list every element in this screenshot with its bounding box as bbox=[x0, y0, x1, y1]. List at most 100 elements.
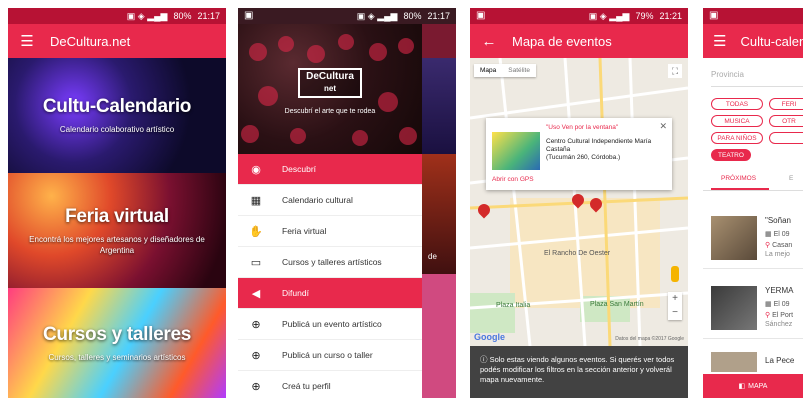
event-extra: Sánchez bbox=[765, 321, 793, 328]
drawer-section-difundi[interactable]: ◀ Difundí bbox=[238, 278, 422, 309]
event-row[interactable]: YERMA ▦ El 09 ⚲ El Port Sánchez bbox=[703, 278, 803, 339]
status-icons: ▣ ◈ ▂▄▆ bbox=[356, 10, 398, 21]
filter-chip[interactable]: TODAS bbox=[711, 98, 763, 110]
drawer-item-label: Calendario cultural bbox=[282, 195, 353, 205]
tab-divider bbox=[703, 190, 803, 191]
status-time: 21:17 bbox=[427, 11, 450, 21]
google-logo: Google bbox=[474, 332, 505, 342]
phone-cultu-calendar: ▣ ☰ Cultu-calen Provincia TODAS FERI MUS… bbox=[703, 8, 803, 398]
card-feria-virtual[interactable]: Feria virtual Encontrá los mejores artes… bbox=[8, 173, 226, 288]
map-view[interactable]: Mapa Satélite ⛶ El Rancho De Oester Plaz… bbox=[470, 58, 688, 346]
notification-icon: ▣ bbox=[244, 10, 254, 21]
phone-home-screen: ▣ ◈ ▂▄▆ 80% 21:17 ☰ DeCultura.net Cultu-… bbox=[8, 8, 226, 398]
event-date: ▦ El 09 bbox=[765, 301, 790, 308]
map-label: Plaza Italia bbox=[496, 302, 531, 309]
map-button[interactable]: ◧ MAPA bbox=[703, 374, 803, 398]
map-type-satellite[interactable]: Satélite bbox=[502, 64, 536, 77]
map-credit: Datos del mapa ©2017 Google bbox=[615, 336, 684, 342]
drawer-item-publicar-evento[interactable]: ⊕ Publicá un evento artístico bbox=[238, 309, 422, 340]
drawer-item-cursos[interactable]: ▭ Cursos y talleres artísticos bbox=[238, 247, 422, 278]
app-title: DeCultura.net bbox=[50, 33, 131, 49]
notification-icon: ▣ bbox=[476, 10, 486, 21]
back-arrow-icon[interactable]: ← bbox=[480, 33, 498, 50]
book-icon: ▭ bbox=[250, 256, 262, 269]
map-type-map[interactable]: Mapa bbox=[474, 64, 502, 77]
province-underline bbox=[711, 86, 803, 87]
megaphone-icon: ◀ bbox=[251, 287, 261, 300]
menu-icon[interactable]: ☰ bbox=[713, 32, 726, 50]
fullscreen-icon[interactable]: ⛶ bbox=[668, 64, 682, 78]
status-bar: ▣ bbox=[703, 8, 803, 24]
street-view-icon[interactable] bbox=[671, 266, 679, 282]
card-subtitle: Encontrá los mejores artesanos y diseñad… bbox=[29, 234, 205, 255]
filter-chip[interactable]: PARA NIÑOS bbox=[711, 132, 763, 144]
filter-chip[interactable]: FERI bbox=[769, 98, 803, 110]
drawer-item-label: Cursos y talleres artísticos bbox=[282, 257, 382, 267]
drawer-tagline: Descubrí el arte que te rodea bbox=[284, 108, 376, 115]
drawer-item-crear-perfil[interactable]: ⊕ Creá tu perfil bbox=[238, 371, 422, 398]
map-type-toggle: Mapa Satélite bbox=[474, 64, 536, 77]
app-bar: ☰ DeCultura.net bbox=[8, 24, 226, 58]
notification-icon: ▣ bbox=[709, 10, 719, 21]
status-battery: 80% bbox=[403, 11, 422, 21]
status-battery: 79% bbox=[635, 11, 654, 21]
drawer-item-label: Creá tu perfil bbox=[282, 381, 331, 391]
event-thumbnail bbox=[711, 216, 757, 260]
event-title: YERMA bbox=[765, 286, 794, 295]
event-info-popup[interactable]: ✕ "Uso Ven por la ventana" Centro Cultur… bbox=[486, 118, 672, 190]
zoom-controls: + − bbox=[668, 292, 682, 320]
tab-other[interactable]: E bbox=[789, 175, 793, 182]
phone-navigation-drawer: ▣ ▣ ◈ ▂▄▆ 80% 21:17 de DeCultura net Des… bbox=[238, 8, 456, 398]
tab-proximos[interactable]: PRÓXIMOS bbox=[721, 175, 756, 182]
event-row[interactable]: "Soñan ▦ El 09 ⚲ Casan La mejo bbox=[703, 208, 803, 269]
underlying-screen-peek: de bbox=[422, 24, 456, 398]
event-place: ⚲ Casan bbox=[765, 242, 793, 249]
popup-close-icon[interactable]: ✕ bbox=[659, 121, 667, 132]
status-bar: ▣ ▣ ◈ ▂▄▆ 79% 21:21 bbox=[470, 8, 688, 24]
app-bar: ☰ Cultu-calen bbox=[703, 24, 803, 58]
filter-chip[interactable]: MUSICA bbox=[711, 115, 763, 127]
filter-chip[interactable] bbox=[769, 132, 803, 144]
drawer-menu: ◉ Descubrí ▦ Calendario cultural ✋ Feria… bbox=[238, 154, 422, 398]
status-time: 21:17 bbox=[197, 11, 220, 21]
peek-text: de bbox=[428, 252, 437, 261]
calendar-icon: ▦ bbox=[765, 301, 774, 308]
popup-thumbnail bbox=[492, 132, 540, 170]
map-label: Plaza San Martín bbox=[590, 301, 644, 308]
drawer-item-publicar-curso[interactable]: ⊕ Publicá un curso o taller bbox=[238, 340, 422, 371]
drawer-item-label: Difundí bbox=[282, 288, 309, 298]
phone-event-map: ▣ ▣ ◈ ▂▄▆ 79% 21:21 ← Mapa de eventos Ma… bbox=[470, 8, 688, 398]
event-place: ⚲ El Port bbox=[765, 312, 794, 319]
drawer-item-calendario[interactable]: ▦ Calendario cultural bbox=[238, 185, 422, 216]
popup-gps-link[interactable]: Abrir con GPS bbox=[492, 176, 534, 183]
event-row[interactable]: La Pece bbox=[703, 348, 803, 372]
drawer-item-feria[interactable]: ✋ Feria virtual bbox=[238, 216, 422, 247]
filter-chip[interactable]: OTR bbox=[769, 115, 803, 127]
map-info-note: ⓘ Solo estas viendo algunos eventos. Si … bbox=[470, 346, 688, 398]
add-circle-icon: ⊕ bbox=[251, 349, 261, 362]
add-circle-icon: ⊕ bbox=[251, 380, 261, 393]
menu-icon[interactable]: ☰ bbox=[18, 32, 36, 50]
province-select[interactable]: Provincia bbox=[711, 70, 744, 79]
zoom-in-button[interactable]: + bbox=[668, 292, 682, 306]
app-title: Mapa de eventos bbox=[512, 33, 612, 49]
popup-address: (Tucumán 260, Córdoba.) bbox=[546, 154, 621, 161]
drawer-header: DeCultura net Descubrí el arte que te ro… bbox=[238, 24, 422, 154]
map-icon: ◧ bbox=[738, 383, 746, 390]
drawer-section-descubri[interactable]: ◉ Descubrí bbox=[238, 154, 422, 185]
card-title: Feria virtual bbox=[65, 205, 169, 227]
status-bar: ▣ ◈ ▂▄▆ 80% 21:17 bbox=[8, 8, 226, 24]
card-cultu-calendario[interactable]: Cultu-Calendario Calendario colaborativo… bbox=[8, 58, 226, 173]
logo-line2: net bbox=[324, 84, 336, 93]
popup-title: "Uso Ven por la ventana" bbox=[546, 124, 619, 131]
status-icons: ▣ ◈ ▂▄▆ bbox=[588, 10, 630, 21]
filter-chip-selected[interactable]: TEATRO bbox=[711, 149, 751, 161]
logo-line1: DeCultura bbox=[306, 71, 354, 82]
card-subtitle: Cursos, talleres y seminarios artísticos bbox=[48, 352, 186, 362]
event-thumbnail bbox=[711, 352, 757, 372]
status-bar: ▣ ▣ ◈ ▂▄▆ 80% 21:17 bbox=[238, 8, 456, 24]
zoom-out-button[interactable]: − bbox=[668, 306, 682, 320]
drawer-item-label: Publicá un evento artístico bbox=[282, 319, 382, 329]
calendar-icon: ▦ bbox=[765, 231, 774, 238]
card-cursos-talleres[interactable]: Cursos y talleres Cursos, talleres y sem… bbox=[8, 288, 226, 398]
